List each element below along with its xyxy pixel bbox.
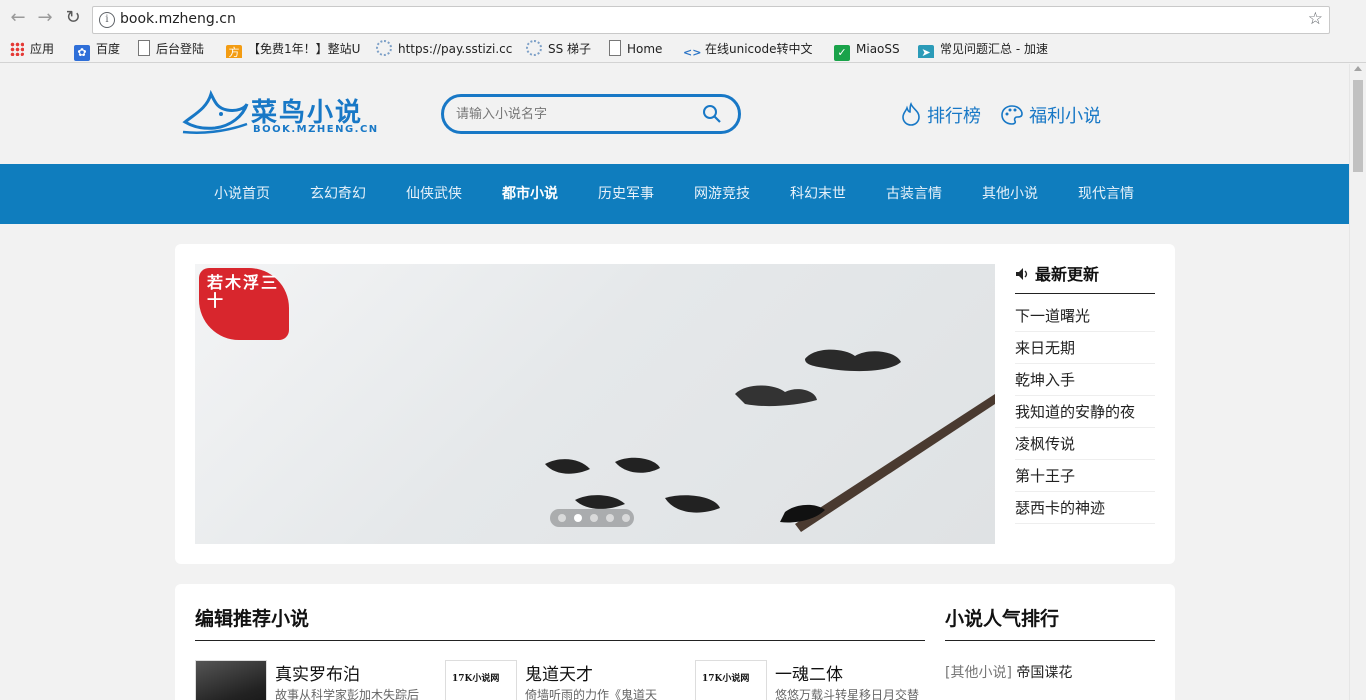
slider-dot[interactable] <box>606 514 614 522</box>
reload-icon[interactable]: ↻ <box>63 8 83 28</box>
book-cover[interactable]: 17K小说网 <box>695 660 767 700</box>
featured-card: 若木浮三十 最新更新 下一道曙光 来日无期 乾坤入手 我知道的安静的夜 凌枫传说… <box>175 244 1175 564</box>
logo-domain: BOOK.MZHENG.CN <box>253 124 379 135</box>
bookmark-star-icon[interactable]: ☆ <box>1308 9 1323 29</box>
bookmark-ss-tizi[interactable]: SS 梯子 <box>526 40 591 58</box>
latest-updates-title: 最新更新 <box>1015 264 1155 294</box>
nav-item-xianxia[interactable]: 仙侠武侠 <box>386 164 482 224</box>
page-icon <box>138 40 150 56</box>
book-name[interactable]: 一魂二体 <box>775 660 843 685</box>
fang-icon: 方 <box>226 45 242 58</box>
cover-title: 17K小说网 <box>702 674 750 684</box>
baidu-paw-icon: ✿ <box>74 45 90 61</box>
bookmark-apps[interactable]: 应用 <box>10 40 54 58</box>
nav-item-other[interactable]: 其他小说 <box>962 164 1058 224</box>
book-desc: 倚墙听雨的力作《鬼道天 <box>525 688 658 700</box>
nav-item-game[interactable]: 网游竞技 <box>674 164 770 224</box>
recommend-book[interactable]: 真实罗布泊 故事从科学家彭加木失踪后 <box>195 660 425 700</box>
banner-slider[interactable]: 若木浮三十 <box>195 264 995 544</box>
page-viewport: 菜鸟小说 BOOK.MZHENG.CN 排行榜 福利小说 <box>0 64 1366 700</box>
browser-toolbar: ← → ↻ i book.mzheng.cn ☆ <box>0 0 1366 36</box>
search-box <box>441 94 741 134</box>
back-arrow-icon[interactable]: ← <box>8 8 28 28</box>
book-desc: 悠悠万载斗转星移日月交替 <box>775 688 920 700</box>
slider-dot[interactable] <box>622 514 630 522</box>
header-links: 排行榜 福利小说 <box>900 102 1115 128</box>
nav-item-fantasy[interactable]: 玄幻奇幻 <box>290 164 386 224</box>
bird-logo-icon <box>182 89 249 134</box>
page-scrollbar[interactable] <box>1349 64 1366 700</box>
main-nav: 小说首页 玄幻奇幻 仙侠武侠 都市小说 历史军事 网游竞技 科幻末世 古装言情 其他小说 现代言情 <box>0 164 1349 224</box>
site-header: 菜鸟小说 BOOK.MZHENG.CN 排行榜 福利小说 <box>0 64 1349 164</box>
loading-icon <box>526 40 542 56</box>
book-cover[interactable] <box>195 660 267 700</box>
address-bar[interactable]: i book.mzheng.cn ☆ <box>92 6 1330 34</box>
recommend-title: 编辑推荐小说 <box>195 604 925 641</box>
latest-item[interactable]: 来日无期 <box>1015 332 1155 364</box>
nav-item-history[interactable]: 历史军事 <box>578 164 674 224</box>
site-logo[interactable]: 菜鸟小说 BOOK.MZHENG.CN <box>181 88 377 140</box>
latest-item[interactable]: 下一道曙光 <box>1015 300 1155 332</box>
latest-item[interactable]: 第十王子 <box>1015 460 1155 492</box>
bookmark-miaoss[interactable]: ✓ MiaoSS <box>834 40 900 61</box>
book-name[interactable]: 鬼道天才 <box>525 660 593 685</box>
slider-dot[interactable] <box>590 514 598 522</box>
slider-dots <box>550 509 634 527</box>
recommend-book[interactable]: 17K小说网 一魂二体 悠悠万载斗转星移日月交替 <box>695 660 925 700</box>
ranking-name[interactable]: 帝国谍花 <box>1016 665 1072 681</box>
ranking-category: [其他小说] <box>945 665 1012 681</box>
forward-arrow-icon[interactable]: → <box>35 8 55 28</box>
bookmark-faq[interactable]: ➤ 常见问题汇总 - 加速 <box>918 40 1054 58</box>
book-desc: 故事从科学家彭加木失踪后 <box>275 688 420 700</box>
scrollbar-thumb[interactable] <box>1353 80 1363 172</box>
nav-item-urban[interactable]: 都市小说 <box>482 164 578 224</box>
palette-icon <box>1001 105 1023 125</box>
loading-icon <box>376 40 392 56</box>
latest-item[interactable]: 乾坤入手 <box>1015 364 1155 396</box>
latest-item[interactable]: 瑟西卡的神迹 <box>1015 492 1155 524</box>
recommend-card: 编辑推荐小说 小说人气排行 真实罗布泊 故事从科学家彭加木失踪后 17K小说网 … <box>175 584 1175 700</box>
bookmark-free-year[interactable]: 方【免费1年！】整站U <box>226 40 360 58</box>
flame-icon <box>902 102 920 126</box>
speaker-icon <box>1016 268 1028 280</box>
nav-item-modern-romance[interactable]: 现代言情 <box>1058 164 1154 224</box>
nav-item-ancient-romance[interactable]: 古装言情 <box>866 164 962 224</box>
book-name[interactable]: 真实罗布泊 <box>275 660 360 685</box>
check-icon: ✓ <box>834 45 850 61</box>
bookmark-pay-sstizi[interactable]: https://pay.sstizi.cc <box>376 40 514 58</box>
book-cover[interactable]: 17K小说网 <box>445 660 517 700</box>
address-url[interactable]: book.mzheng.cn <box>120 11 236 27</box>
bookmarks-bar: 应用 ✿ 百度 后台登陆 方【免费1年！】整站U https://pay.ssti… <box>0 36 1366 63</box>
code-icon: <> <box>683 46 702 58</box>
search-input[interactable] <box>456 103 696 125</box>
ranking-item[interactable]: [其他小说] 帝国谍花 <box>945 662 1072 682</box>
info-icon[interactable]: i <box>99 12 115 28</box>
scroll-up-arrow-icon[interactable] <box>1354 66 1362 71</box>
nav-item-home[interactable]: 小说首页 <box>194 164 290 224</box>
search-icon[interactable] <box>702 104 722 124</box>
slider-dot[interactable] <box>558 514 566 522</box>
page-icon <box>609 40 621 56</box>
slider-dot-active[interactable] <box>574 514 582 522</box>
bookmark-home[interactable]: Home <box>609 40 662 58</box>
rocket-icon: ➤ <box>918 45 934 58</box>
ranking-link[interactable]: 排行榜 <box>900 102 981 130</box>
latest-item[interactable]: 我知道的安静的夜 <box>1015 396 1155 428</box>
ink-brush-illustration <box>545 349 995 532</box>
apps-grid-icon <box>10 42 24 56</box>
bookmark-baidu[interactable]: ✿ 百度 <box>74 40 120 61</box>
welfare-novel-link[interactable]: 福利小说 <box>1000 104 1101 130</box>
recommend-book[interactable]: 17K小说网 鬼道天才 倚墙听雨的力作《鬼道天 <box>445 660 675 700</box>
nav-item-scifi[interactable]: 科幻末世 <box>770 164 866 224</box>
bookmark-admin-login[interactable]: 后台登陆 <box>138 40 204 58</box>
latest-item[interactable]: 凌枫传说 <box>1015 428 1155 460</box>
bookmark-unicode[interactable]: <> 在线unicode转中文 <box>683 40 821 58</box>
cover-title: 17K小说网 <box>452 674 500 684</box>
ranking-title: 小说人气排行 <box>945 604 1155 641</box>
latest-updates: 最新更新 下一道曙光 来日无期 乾坤入手 我知道的安静的夜 凌枫传说 第十王子 … <box>1015 264 1155 524</box>
